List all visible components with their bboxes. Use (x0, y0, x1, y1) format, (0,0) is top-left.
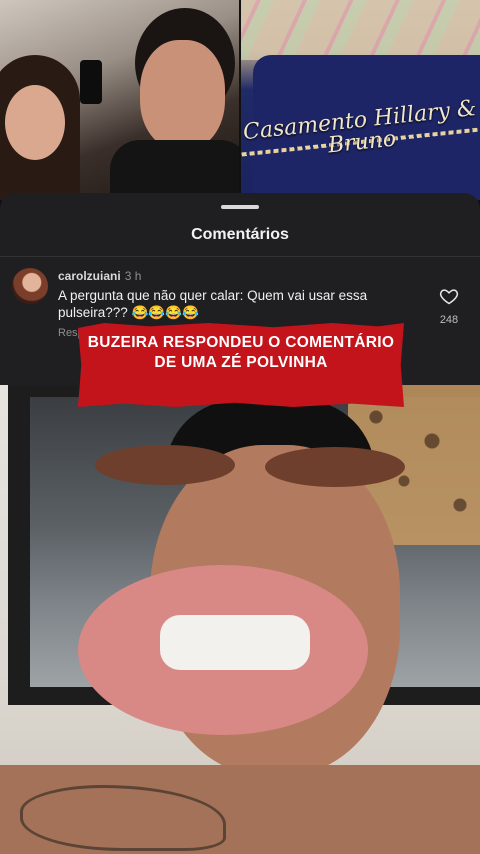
heart-icon[interactable] (439, 286, 459, 306)
comment-time: 3 h (124, 269, 142, 283)
like-count: 248 (439, 314, 459, 326)
username-text[interactable]: carolzuiani (58, 269, 121, 283)
right-photo: Casamento Hillary & Bruno (241, 0, 480, 200)
left-eye-effect (95, 445, 235, 485)
drag-handle[interactable] (221, 205, 259, 209)
sheet-title: Comentários (191, 226, 289, 243)
top-video-area: Casamento Hillary & Bruno (0, 0, 480, 200)
background-stripes (241, 0, 480, 60)
comment-text: A pergunta que não quer calar: Quem vai … (58, 288, 368, 320)
phone (80, 60, 102, 104)
bottom-video-area (0, 385, 480, 854)
man-face (140, 40, 225, 150)
left-photo (0, 0, 239, 200)
man-body (110, 140, 239, 200)
woman-face (5, 85, 65, 160)
headline-text: BUZEIRA RESPONDEU O COMENTÁRIO DE UMA ZÉ… (87, 334, 395, 371)
comment-username[interactable]: carolzuiani 3 h (58, 269, 141, 283)
avatar[interactable] (12, 268, 48, 304)
teeth (160, 615, 310, 670)
divider (0, 256, 480, 257)
right-eye-effect (265, 447, 405, 487)
